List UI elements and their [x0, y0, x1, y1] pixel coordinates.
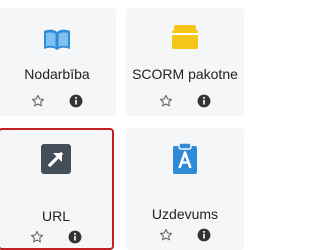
tile-label: SCORM pakotne: [132, 66, 238, 82]
activity-tile-scorm[interactable]: SCORM pakotne: [126, 8, 244, 116]
activity-tile-uzdevums[interactable]: Uzdevums: [126, 128, 244, 250]
info-icon[interactable]: [197, 94, 211, 108]
star-icon[interactable]: [30, 230, 44, 244]
star-icon[interactable]: [159, 94, 173, 108]
tile-label: URL: [41, 208, 70, 224]
star-icon[interactable]: [159, 228, 173, 242]
assignment-icon: [173, 142, 197, 174]
book-icon: [44, 29, 70, 50]
tile-label: Uzdevums: [151, 206, 219, 222]
info-icon[interactable]: [69, 94, 83, 108]
tile-label: Nodarbība: [24, 66, 90, 82]
package-icon: [172, 25, 198, 49]
info-icon[interactable]: [197, 228, 211, 242]
link-arrow-icon: [41, 144, 71, 174]
activity-tile-nodarbiba[interactable]: Nodarbība: [0, 8, 116, 116]
star-icon[interactable]: [31, 94, 45, 108]
info-icon[interactable]: [68, 230, 82, 244]
activity-tile-url[interactable]: URL: [0, 128, 114, 250]
